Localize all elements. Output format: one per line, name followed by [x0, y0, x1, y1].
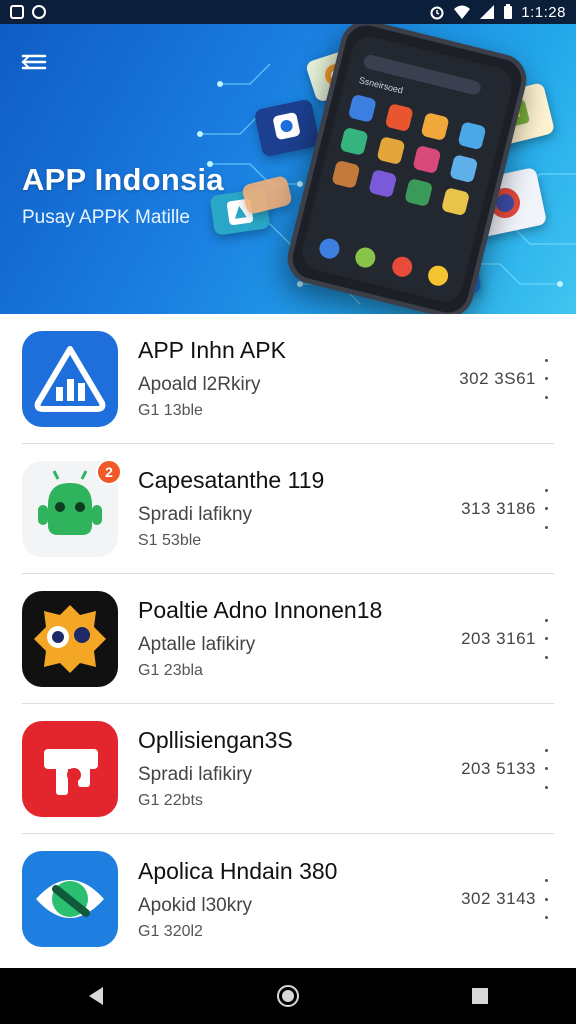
- app-name: Capesatanthe 119: [138, 467, 325, 493]
- hero-title: APP Indonsia: [22, 162, 224, 197]
- battery-icon: [504, 4, 513, 19]
- app-name: Opllisiengan3S: [138, 727, 293, 753]
- recents-icon: [472, 988, 488, 1004]
- app-size: G1 13ble: [138, 402, 203, 419]
- home-button[interactable]: [268, 976, 308, 1016]
- app-name: APP Inhn APK: [138, 337, 286, 363]
- app-download-count: 302 3143: [461, 889, 536, 908]
- app-icon: [32, 5, 46, 19]
- phone-header-text: Ssneirsoed: [357, 74, 405, 96]
- wifi-icon: [454, 5, 471, 19]
- signal-icon: [480, 5, 495, 19]
- app-download-count: 203 3161: [461, 628, 536, 648]
- app-size: G1 22bts: [138, 792, 203, 809]
- list-item[interactable]: Poaltie Adno Innonen18 Aptalle lafikiry …: [22, 574, 554, 704]
- hero-banner: Ssneirsoed APP Indonsia Pusay APPK Matil…: [0, 24, 576, 314]
- menu-icon: [21, 54, 47, 70]
- list-item[interactable]: Apolica Hndain 380 Apokid l30kry G1 320l…: [22, 834, 554, 964]
- red-logo-icon: [22, 720, 118, 817]
- app-size: S1 53ble: [138, 532, 202, 549]
- hero-subtitle: Pusay APPK Matille: [22, 207, 190, 228]
- navigation-bar: [0, 968, 576, 1024]
- notification-badge: 2: [96, 458, 122, 485]
- triangle-chart-icon: [22, 330, 118, 427]
- app-size: G1 320l2: [138, 922, 203, 940]
- app-download-count: 313 3186: [461, 498, 536, 518]
- status-bar: 1:1:28: [0, 0, 576, 24]
- list-item[interactable]: 2 Capesatanthe 119 Spradi lafikny S1 53b…: [22, 444, 554, 574]
- app-name: Poaltie Adno Innonen18: [138, 597, 383, 623]
- list-item[interactable]: APP Inhn APK Apoald l2Rkiry G1 13ble 302…: [22, 314, 554, 444]
- status-right: 1:1:28: [429, 4, 566, 21]
- more-options-button[interactable]: [540, 488, 552, 529]
- phone-dock: [317, 236, 451, 288]
- alarm-icon: [430, 6, 444, 20]
- home-icon: [277, 985, 299, 1007]
- back-button[interactable]: [76, 976, 116, 1016]
- status-time: 1:1:28: [521, 3, 566, 21]
- app-download-count: 203 5133: [461, 758, 536, 778]
- recents-button[interactable]: [460, 976, 500, 1016]
- more-options-button[interactable]: [540, 748, 552, 789]
- more-options-button[interactable]: [540, 879, 552, 919]
- app-download-count: 302 3S61: [459, 368, 536, 388]
- menu-button[interactable]: [18, 50, 50, 74]
- status-left: [10, 5, 46, 19]
- app-name: Apolica Hndain 380: [138, 857, 338, 884]
- list-item[interactable]: Opllisiengan3S Spradi lafikiry G1 22bts …: [22, 704, 554, 834]
- app-size: G1 23bla: [138, 662, 203, 679]
- back-icon: [89, 987, 103, 1005]
- green-eye-icon: [22, 851, 118, 947]
- notification-icon: [10, 5, 24, 19]
- android-robot-icon: 2: [22, 458, 122, 557]
- app-list: APP Inhn APK Apoald l2Rkiry G1 13ble 302…: [0, 314, 576, 968]
- phone-app-grid: [331, 93, 489, 217]
- cartoon-face-icon: [22, 590, 118, 687]
- more-options-button[interactable]: [540, 358, 552, 399]
- more-options-button[interactable]: [540, 618, 552, 659]
